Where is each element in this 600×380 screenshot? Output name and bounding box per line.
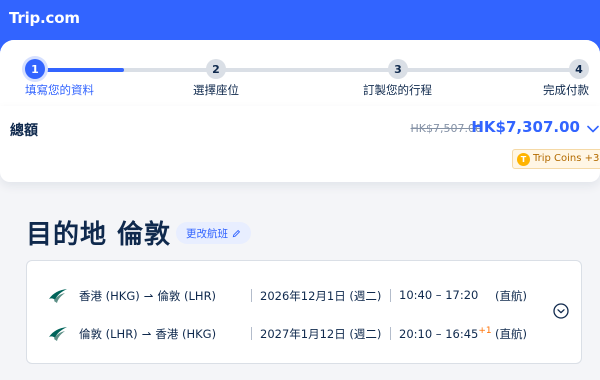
flight-summary[interactable]: 香港 (HKG) ⇀ 倫敦 (LHR) 2026年12月1日 (週二) 10:40 … <box>26 260 582 364</box>
return-from: 倫敦 (LHR) <box>79 327 138 341</box>
flight-row-return: 倫敦 (LHR) ⇀ 香港 (HKG) 2027年1月12日 (週二) 20:10 … <box>27 324 547 344</box>
progress-stepper: 1 填寫您的資料 2 選擇座位 3 訂製您的行程 4 完成付款 <box>0 40 600 106</box>
outbound-from: 香港 (HKG) <box>79 289 140 303</box>
step-3-label: 訂製您的行程 <box>363 83 432 97</box>
flight-row-outbound: 香港 (HKG) ⇀ 倫敦 (LHR) 2026年12月1日 (週二) 10:40 … <box>27 286 547 306</box>
trip-logo[interactable]: Trip.com <box>9 9 80 27</box>
divider <box>251 327 252 340</box>
stepper-progress <box>35 68 124 72</box>
return-direct: (直航) <box>495 327 527 341</box>
price-summary[interactable]: 總額 HK$7,507.00 HK$7,307.00 T Trip Coins … <box>0 106 600 182</box>
outbound-to: 倫敦 (LHR) <box>157 289 217 303</box>
return-depart: 20:10 <box>399 326 433 341</box>
step-3-circle: 3 <box>388 59 408 79</box>
cathay-pacific-logo-icon <box>49 289 67 303</box>
trip-coins-badge: T Trip Coins +374 <box>512 149 600 169</box>
step-1-label: 填寫您的資料 <box>25 83 94 97</box>
step-4-circle: 4 <box>569 59 589 79</box>
divider <box>390 289 391 302</box>
change-flight-button[interactable]: 更改航班 <box>176 222 251 244</box>
pencil-icon <box>232 229 241 237</box>
next-day-badge: +1 <box>478 326 492 336</box>
cathay-pacific-logo-icon <box>49 327 67 341</box>
outbound-route: 香港 (HKG) ⇀ 倫敦 (LHR) <box>79 288 216 304</box>
chevron-down-icon[interactable] <box>586 122 600 136</box>
trip-coins-text: Trip Coins +374 <box>533 153 600 164</box>
outbound-depart: 10:40 <box>399 288 433 302</box>
divider <box>390 327 391 340</box>
total-price: HK$7,307.00 <box>471 118 580 136</box>
outbound-time: 10:40 – 17:20 <box>399 288 479 302</box>
step-2-label: 選擇座位 <box>193 83 239 97</box>
step-1-circle: 1 <box>25 59 45 79</box>
return-arrive: 16:45 <box>445 326 479 341</box>
header-bar: Trip.com <box>0 0 600 44</box>
outbound-date: 2026年12月1日 (週二) <box>260 289 382 303</box>
step-4-label: 完成付款 <box>543 83 589 97</box>
flight-arrow-icon: ⇀ <box>143 289 154 303</box>
outbound-direct: (直航) <box>495 289 527 303</box>
return-date: 2027年1月12日 (週二) <box>260 327 382 341</box>
total-label: 總額 <box>10 123 38 139</box>
step-2-circle: 2 <box>206 59 226 79</box>
divider <box>251 289 252 302</box>
return-route: 倫敦 (LHR) ⇀ 香港 (HKG) <box>79 326 216 342</box>
change-flight-label: 更改航班 <box>186 227 228 240</box>
outbound-arrive: 17:20 <box>445 288 479 302</box>
flight-arrow-icon: ⇀ <box>141 327 152 341</box>
booking-card: 1 填寫您的資料 2 選擇座位 3 訂製您的行程 4 完成付款 總額 HK$7,… <box>0 40 600 380</box>
destination-title: 目的地 倫敦 <box>26 220 172 250</box>
return-time: 20:10 – 16:45+1 <box>399 326 492 341</box>
return-to: 香港 (HKG) <box>155 327 217 341</box>
coin-icon: T <box>517 153 530 166</box>
expand-chevron-icon[interactable] <box>553 303 569 319</box>
